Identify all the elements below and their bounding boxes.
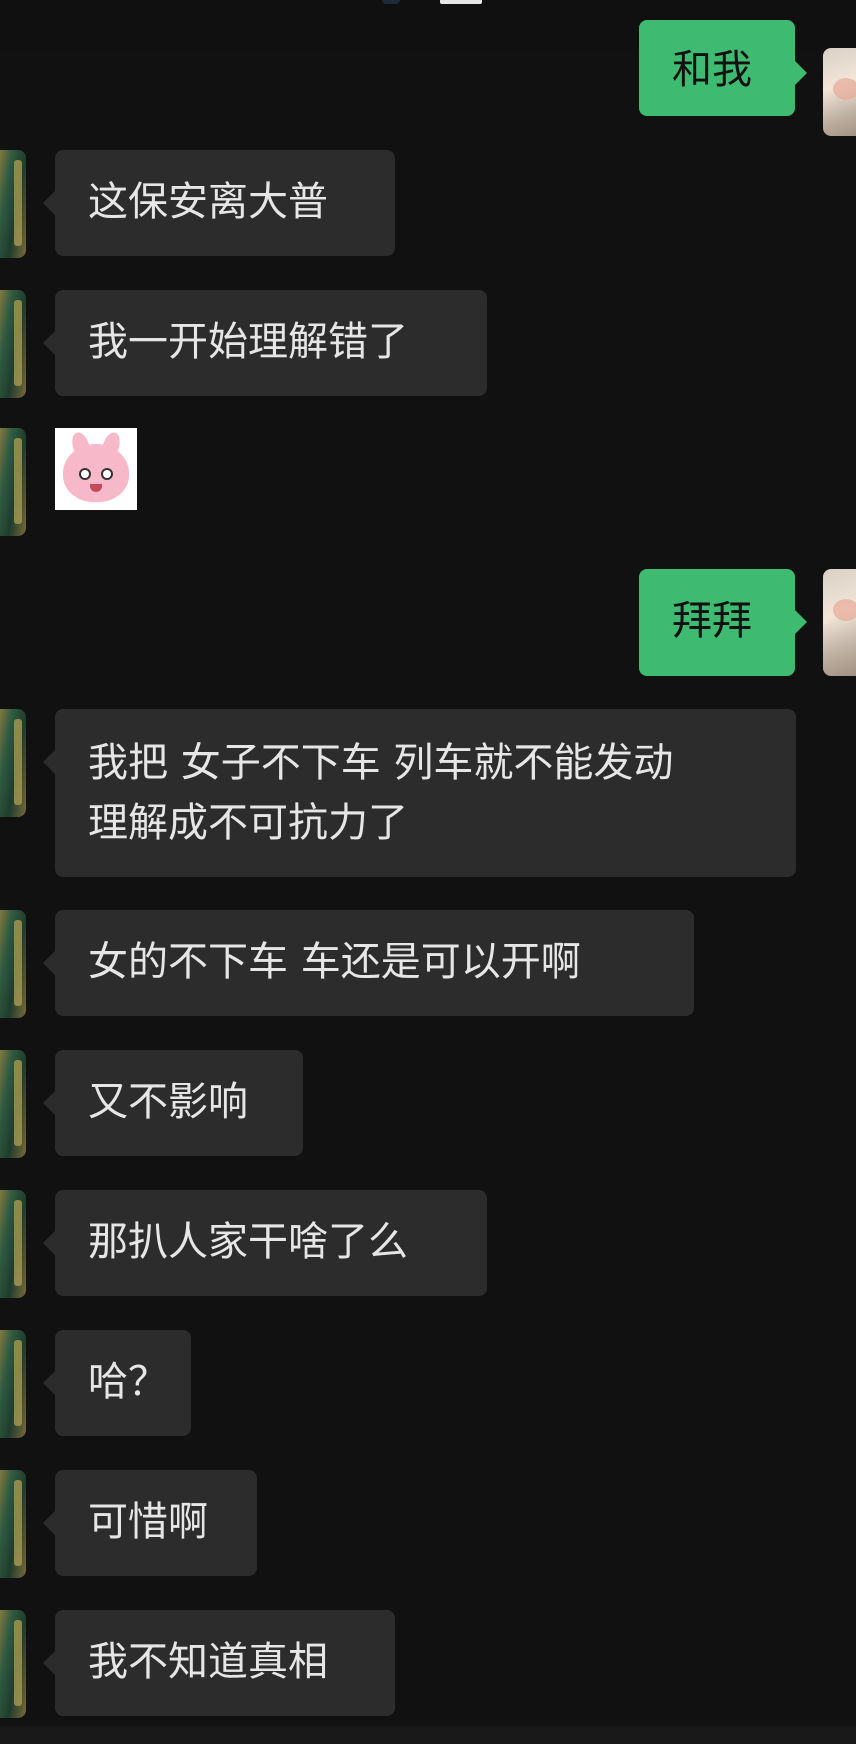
message-text-line: 理解成不可抗力了 [88, 800, 408, 846]
contact-avatar[interactable] [0, 150, 26, 258]
status-indicator [440, 0, 482, 4]
message-text: 女的不下车 车还是可以开啊 [88, 939, 581, 985]
message-text: 和我 [672, 47, 752, 93]
incoming-message-bubble[interactable]: 又不影响 [43, 1050, 303, 1156]
message-text: 这保安离大普 [88, 179, 328, 225]
sticker-eye [79, 468, 91, 480]
bottom-edge [0, 1726, 856, 1744]
pink-bunny-sticker-icon[interactable] [55, 428, 137, 510]
contact-avatar[interactable] [0, 709, 26, 817]
sticker-eye [101, 468, 113, 480]
contact-avatar[interactable] [0, 1330, 26, 1438]
incoming-message-bubble[interactable]: 我不知道真相 [43, 1610, 395, 1716]
message-text-line: 我把 女子不下车 列车就不能发动 [88, 740, 674, 786]
outgoing-message-bubble[interactable]: 拜拜 [639, 569, 807, 676]
contact-avatar[interactable] [0, 910, 26, 1018]
outgoing-message-bubble[interactable]: 和我 [639, 20, 807, 116]
contact-avatar[interactable] [0, 1190, 26, 1298]
my-avatar[interactable] [823, 569, 856, 676]
message-text: 我不知道真相 [88, 1639, 328, 1685]
contact-avatar[interactable] [0, 428, 26, 536]
incoming-message-bubble[interactable]: 那扒人家干啥了么 [43, 1190, 487, 1296]
message-text: 哈？ [88, 1359, 168, 1405]
message-text: 那扒人家干啥了么 [88, 1219, 408, 1265]
sticker-face [63, 444, 129, 502]
incoming-message-bubble[interactable]: 哈？ [43, 1330, 191, 1436]
contact-avatar[interactable] [0, 1610, 26, 1718]
status-indicator [382, 0, 400, 4]
incoming-message-bubble[interactable]: 我把 女子不下车 列车就不能发动 理解成不可抗力了 [43, 709, 796, 877]
incoming-message-bubble[interactable]: 可惜啊 [43, 1470, 257, 1576]
contact-avatar[interactable] [0, 290, 26, 398]
message-text: 拜拜 [672, 598, 752, 644]
incoming-message-bubble[interactable]: 女的不下车 车还是可以开啊 [43, 910, 694, 1016]
message-text: 我一开始理解错了 [88, 319, 408, 365]
my-avatar[interactable] [823, 48, 856, 136]
contact-avatar[interactable] [0, 1050, 26, 1158]
incoming-message-bubble[interactable]: 我一开始理解错了 [43, 290, 487, 396]
message-text: 又不影响 [88, 1079, 248, 1125]
message-text: 可惜啊 [88, 1499, 208, 1545]
incoming-message-bubble[interactable]: 这保安离大普 [43, 150, 395, 256]
contact-avatar[interactable] [0, 1470, 26, 1578]
